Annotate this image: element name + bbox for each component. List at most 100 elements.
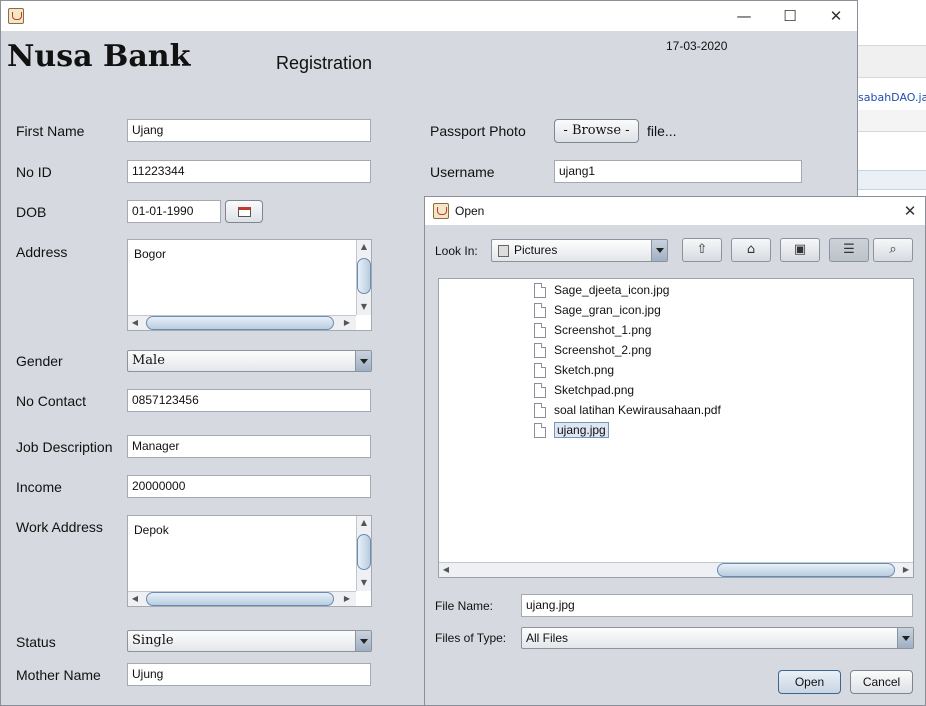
file-list[interactable]: Sage_djeeta_icon.jpg Sage_gran_icon.jpg … (438, 278, 914, 578)
look-in-label: Look In: (435, 244, 478, 258)
scroll-down-arrow-icon[interactable]: ▼ (357, 300, 371, 314)
address-textarea[interactable]: Bogor ▲ ▼ ◀ ▶ (127, 239, 372, 331)
scroll-down-arrow-icon[interactable]: ▼ (357, 576, 371, 590)
new-folder-button[interactable]: ▣ (780, 238, 820, 262)
files-of-type-select[interactable]: All Files (521, 627, 914, 649)
open-button[interactable]: Open (778, 670, 841, 694)
dialog-title: Open (455, 204, 485, 218)
job-description-field[interactable]: Manager (127, 435, 371, 458)
date-picker-button[interactable] (225, 200, 263, 223)
dob-field[interactable]: 01-01-1990 (127, 200, 221, 223)
username-field[interactable]: ujang1 (554, 160, 802, 183)
list-item[interactable]: Screenshot_2.png (529, 340, 651, 360)
open-file-dialog: Open ✕ Look In: Pictures ⇧ ⌂ ▣ ☰ ⌕ Sage_… (424, 196, 926, 706)
file-icon (534, 342, 546, 358)
look-in-dropdown-button[interactable] (651, 240, 667, 261)
list-view-icon: ☰ (843, 242, 855, 257)
calendar-icon (238, 207, 251, 217)
dialog-close-button[interactable]: ✕ (899, 200, 921, 222)
details-view-icon: ⌕ (889, 242, 897, 257)
maximize-button[interactable]: ☐ (775, 5, 805, 27)
up-one-level-button[interactable]: ⇧ (682, 238, 722, 262)
status-dropdown-button[interactable] (355, 631, 371, 651)
home-icon: ⌂ (746, 242, 756, 257)
work-address-textarea[interactable]: Depok ▲ ▼ ◀ ▶ (127, 515, 372, 607)
file-icon (534, 282, 546, 298)
passport-photo-label: Passport Photo (430, 123, 526, 139)
chevron-down-icon (360, 639, 368, 644)
vertical-scroll-thumb[interactable] (357, 258, 371, 294)
scroll-right-arrow-icon[interactable]: ▶ (340, 592, 354, 606)
title-bar: — ☐ ✕ (1, 1, 857, 31)
mother-name-field[interactable]: Ujung (127, 663, 371, 686)
list-item-selected[interactable]: ujang.jpg (529, 420, 609, 440)
work-address-vertical-scrollbar[interactable]: ▲ ▼ (356, 516, 371, 591)
minimize-button[interactable]: — (729, 5, 759, 27)
look-in-value: Pictures (514, 243, 558, 257)
gender-dropdown-button[interactable] (355, 351, 371, 371)
scroll-right-arrow-icon[interactable]: ▶ (899, 563, 913, 577)
scroll-up-arrow-icon[interactable]: ▲ (357, 240, 371, 254)
first-name-field[interactable]: Ujang (127, 119, 371, 142)
files-of-type-value: All Files (526, 631, 569, 645)
no-contact-label: No Contact (16, 393, 87, 409)
chevron-down-icon (656, 248, 664, 253)
work-address-text: Depok (134, 523, 169, 537)
username-label: Username (430, 164, 495, 180)
gender-select[interactable]: Male (127, 350, 372, 372)
drive-icon (498, 245, 509, 257)
scroll-left-arrow-icon[interactable]: ◀ (128, 592, 142, 606)
files-of-type-dropdown-button[interactable] (897, 628, 913, 648)
list-item[interactable]: Sketch.png (529, 360, 614, 380)
scroll-left-arrow-icon[interactable]: ◀ (439, 563, 453, 577)
file-name-field[interactable]: ujang.jpg (521, 594, 913, 617)
address-vertical-scrollbar[interactable]: ▲ ▼ (356, 240, 371, 315)
background-ide-toolbar (858, 45, 926, 78)
scroll-left-arrow-icon[interactable]: ◀ (128, 316, 142, 330)
file-icon (534, 422, 546, 438)
gender-label: Gender (16, 353, 63, 369)
horizontal-scroll-thumb[interactable] (146, 316, 334, 330)
file-icon (534, 402, 546, 418)
list-item[interactable]: soal latihan Kewirausahaan.pdf (529, 400, 721, 420)
mother-name-label: Mother Name (16, 667, 101, 683)
work-address-horizontal-scrollbar[interactable]: ◀ ▶ (128, 591, 356, 606)
work-address-label: Work Address (16, 519, 103, 535)
file-list-horizontal-scrollbar[interactable]: ◀ ▶ (439, 562, 913, 577)
browse-button[interactable]: - Browse - (554, 119, 639, 143)
java-app-icon (8, 8, 24, 24)
address-text: Bogor (134, 247, 167, 261)
look-in-select[interactable]: Pictures (491, 239, 668, 262)
status-label: Status (16, 634, 56, 650)
no-id-label: No ID (16, 164, 52, 180)
files-of-type-label: Files of Type: (435, 631, 507, 645)
list-view-button[interactable]: ☰ (829, 238, 869, 262)
file-name-label: File Name: (435, 599, 494, 613)
passport-file-label: file... (647, 123, 677, 139)
background-ide-highlight-row (858, 170, 926, 190)
vertical-scroll-thumb[interactable] (357, 534, 371, 570)
date-label: 17-03-2020 (666, 39, 728, 53)
horizontal-scroll-thumb[interactable] (146, 592, 334, 606)
list-item[interactable]: Screenshot_1.png (529, 320, 651, 340)
chevron-down-icon (360, 359, 368, 364)
background-ide-strip (858, 110, 926, 132)
folder-up-icon: ⇧ (696, 242, 708, 257)
no-contact-field[interactable]: 0857123456 (127, 389, 371, 412)
home-button[interactable]: ⌂ (731, 238, 771, 262)
first-name-label: First Name (16, 123, 85, 139)
horizontal-scroll-thumb[interactable] (717, 563, 895, 577)
status-select[interactable]: Single (127, 630, 372, 652)
income-field[interactable]: 20000000 (127, 475, 371, 498)
details-view-button[interactable]: ⌕ (873, 238, 913, 262)
address-horizontal-scrollbar[interactable]: ◀ ▶ (128, 315, 356, 330)
no-id-field[interactable]: 11223344 (127, 160, 371, 183)
scroll-up-arrow-icon[interactable]: ▲ (357, 516, 371, 530)
cancel-button[interactable]: Cancel (850, 670, 913, 694)
list-item[interactable]: Sketchpad.png (529, 380, 634, 400)
list-item[interactable]: Sage_djeeta_icon.jpg (529, 280, 669, 300)
background-ide-tab[interactable]: sabahDAO.java (858, 87, 926, 109)
close-button[interactable]: ✕ (821, 5, 851, 27)
scroll-right-arrow-icon[interactable]: ▶ (340, 316, 354, 330)
list-item[interactable]: Sage_gran_icon.jpg (529, 300, 661, 320)
